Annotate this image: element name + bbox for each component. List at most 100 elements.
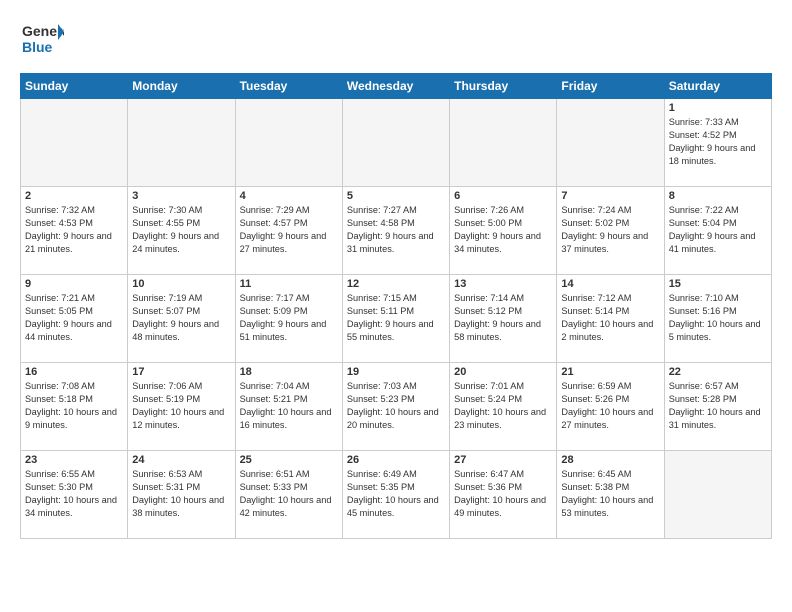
logo-icon: General Blue [20,16,64,60]
calendar-cell: 20 Sunrise: 7:01 AMSunset: 5:24 PMDayligh… [450,363,557,451]
day-info: Sunrise: 7:01 AMSunset: 5:24 PMDaylight:… [454,380,552,432]
calendar-cell: 28Sunrise: 6:45 AMSunset: 5:38 PMDayligh… [557,451,664,539]
day-number: 11 [240,278,338,290]
day-info: Sunrise: 7:04 AMSunset: 5:21 PMDaylight:… [240,380,338,432]
day-number: 7 [561,190,659,202]
day-number: 1 [669,102,767,114]
svg-text:Blue: Blue [22,39,53,55]
day-number: 22 [669,366,767,378]
calendar-cell: 19 Sunrise: 7:03 AMSunset: 5:23 PMDayligh… [342,363,449,451]
day-info: Sunrise: 7:24 AMSunset: 5:02 PMDaylight:… [561,204,659,256]
day-info: Sunrise: 7:06 AMSunset: 5:19 PMDaylight:… [132,380,230,432]
page: General Blue SundayMondayTuesdayWednesda… [0,0,792,612]
day-info: Sunrise: 7:14 AMSunset: 5:12 PMDaylight:… [454,292,552,344]
calendar-cell: 25 Sunrise: 6:51 AMSunset: 5:33 PMDayligh… [235,451,342,539]
calendar-cell [21,99,128,187]
calendar-cell: 8 Sunrise: 7:22 AMSunset: 5:04 PMDaylight… [664,187,771,275]
calendar-cell: 11 Sunrise: 7:17 AMSunset: 5:09 PMDayligh… [235,275,342,363]
day-info: Sunrise: 7:33 AMSunset: 4:52 PMDaylight:… [669,116,767,168]
calendar-cell: 27Sunrise: 6:47 AMSunset: 5:36 PMDayligh… [450,451,557,539]
day-number: 17 [132,366,230,378]
weekday-saturday: Saturday [664,74,771,99]
calendar-cell: 26 Sunrise: 6:49 AMSunset: 5:35 PMDayligh… [342,451,449,539]
weekday-monday: Monday [128,74,235,99]
day-info: Sunrise: 6:51 AMSunset: 5:33 PMDaylight:… [240,468,338,520]
day-number: 20 [454,366,552,378]
day-info: Sunrise: 7:30 AMSunset: 4:55 PMDaylight:… [132,204,230,256]
day-number: 25 [240,454,338,466]
calendar-cell: 17 Sunrise: 7:06 AMSunset: 5:19 PMDayligh… [128,363,235,451]
day-number: 13 [454,278,552,290]
day-number: 24 [132,454,230,466]
day-number: 12 [347,278,445,290]
weekday-header-row: SundayMondayTuesdayWednesdayThursdayFrid… [21,74,772,99]
day-info: Sunrise: 7:26 AMSunset: 5:00 PMDaylight:… [454,204,552,256]
day-info: Sunrise: 6:59 AMSunset: 5:26 PMDaylight:… [561,380,659,432]
header: General Blue [20,16,772,65]
day-info: Sunrise: 7:32 AMSunset: 4:53 PMDaylight:… [25,204,123,256]
day-number: 9 [25,278,123,290]
calendar-cell [128,99,235,187]
weekday-wednesday: Wednesday [342,74,449,99]
calendar-cell: 3 Sunrise: 7:30 AMSunset: 4:55 PMDaylight… [128,187,235,275]
day-number: 6 [454,190,552,202]
day-number: 14 [561,278,659,290]
calendar-cell [235,99,342,187]
calendar-cell [342,99,449,187]
day-info: Sunrise: 6:47 AMSunset: 5:36 PMDaylight:… [454,468,552,520]
svg-text:General: General [22,23,64,39]
day-info: Sunrise: 6:49 AMSunset: 5:35 PMDaylight:… [347,468,445,520]
calendar-cell: 21 Sunrise: 6:59 AMSunset: 5:26 PMDayligh… [557,363,664,451]
calendar-cell: 9 Sunrise: 7:21 AMSunset: 5:05 PMDaylight… [21,275,128,363]
calendar-cell: 24 Sunrise: 6:53 AMSunset: 5:31 PMDayligh… [128,451,235,539]
calendar-cell: 2 Sunrise: 7:32 AMSunset: 4:53 PMDaylight… [21,187,128,275]
calendar-week-0: 1 Sunrise: 7:33 AMSunset: 4:52 PMDaylight… [21,99,772,187]
calendar-cell: 18 Sunrise: 7:04 AMSunset: 5:21 PMDayligh… [235,363,342,451]
day-info: Sunrise: 6:53 AMSunset: 5:31 PMDaylight:… [132,468,230,520]
day-number: 5 [347,190,445,202]
calendar-week-2: 9 Sunrise: 7:21 AMSunset: 5:05 PMDaylight… [21,275,772,363]
calendar-cell: 14 Sunrise: 7:12 AMSunset: 5:14 PMDayligh… [557,275,664,363]
calendar-week-4: 23Sunrise: 6:55 AMSunset: 5:30 PMDayligh… [21,451,772,539]
weekday-thursday: Thursday [450,74,557,99]
calendar-table: SundayMondayTuesdayWednesdayThursdayFrid… [20,73,772,539]
day-number: 21 [561,366,659,378]
day-info: Sunrise: 6:45 AMSunset: 5:38 PMDaylight:… [561,468,659,520]
calendar-cell: 22 Sunrise: 6:57 AMSunset: 5:28 PMDayligh… [664,363,771,451]
day-info: Sunrise: 7:03 AMSunset: 5:23 PMDaylight:… [347,380,445,432]
calendar-cell: 13 Sunrise: 7:14 AMSunset: 5:12 PMDayligh… [450,275,557,363]
day-number: 4 [240,190,338,202]
calendar-cell: 12 Sunrise: 7:15 AMSunset: 5:11 PMDayligh… [342,275,449,363]
day-info: Sunrise: 7:15 AMSunset: 5:11 PMDaylight:… [347,292,445,344]
day-info: Sunrise: 7:10 AMSunset: 5:16 PMDaylight:… [669,292,767,344]
day-number: 23 [25,454,123,466]
weekday-tuesday: Tuesday [235,74,342,99]
day-info: Sunrise: 6:57 AMSunset: 5:28 PMDaylight:… [669,380,767,432]
day-number: 15 [669,278,767,290]
day-number: 18 [240,366,338,378]
calendar-cell: 7 Sunrise: 7:24 AMSunset: 5:02 PMDaylight… [557,187,664,275]
calendar-cell: 15 Sunrise: 7:10 AMSunset: 5:16 PMDayligh… [664,275,771,363]
calendar-cell: 5Sunrise: 7:27 AMSunset: 4:58 PMDaylight… [342,187,449,275]
calendar-cell: 1 Sunrise: 7:33 AMSunset: 4:52 PMDaylight… [664,99,771,187]
calendar-cell: 16 Sunrise: 7:08 AMSunset: 5:18 PMDayligh… [21,363,128,451]
day-number: 19 [347,366,445,378]
weekday-friday: Friday [557,74,664,99]
day-info: Sunrise: 7:08 AMSunset: 5:18 PMDaylight:… [25,380,123,432]
day-number: 16 [25,366,123,378]
day-info: Sunrise: 7:12 AMSunset: 5:14 PMDaylight:… [561,292,659,344]
calendar-cell: 23Sunrise: 6:55 AMSunset: 5:30 PMDayligh… [21,451,128,539]
day-number: 8 [669,190,767,202]
calendar-cell [557,99,664,187]
day-info: Sunrise: 7:22 AMSunset: 5:04 PMDaylight:… [669,204,767,256]
day-number: 2 [25,190,123,202]
day-info: Sunrise: 7:17 AMSunset: 5:09 PMDaylight:… [240,292,338,344]
day-info: Sunrise: 7:29 AMSunset: 4:57 PMDaylight:… [240,204,338,256]
calendar-week-1: 2 Sunrise: 7:32 AMSunset: 4:53 PMDaylight… [21,187,772,275]
day-info: Sunrise: 7:21 AMSunset: 5:05 PMDaylight:… [25,292,123,344]
calendar-cell [664,451,771,539]
day-number: 3 [132,190,230,202]
weekday-sunday: Sunday [21,74,128,99]
day-number: 26 [347,454,445,466]
calendar-cell: 4 Sunrise: 7:29 AMSunset: 4:57 PMDaylight… [235,187,342,275]
